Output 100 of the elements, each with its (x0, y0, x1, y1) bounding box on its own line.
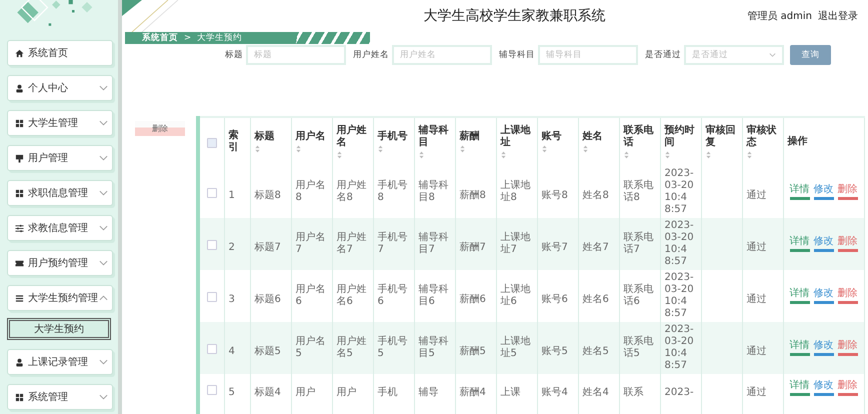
delete-link[interactable]: 删除 (838, 184, 858, 200)
sort-icon[interactable] (460, 145, 464, 153)
sidebar-menu-item[interactable]: 求教信息管理 (7, 215, 113, 241)
sort-icon[interactable] (418, 151, 424, 159)
sort-icon[interactable] (336, 151, 342, 159)
details-link[interactable]: 详情 (790, 288, 810, 304)
delete-link[interactable]: 删除 (838, 340, 858, 356)
table-cell: 账号8 (542, 190, 568, 202)
column-header: 用户名 (296, 131, 326, 143)
sidebar-menu-item[interactable]: 系统首页 (7, 40, 113, 66)
field-label: 是否通过 (645, 49, 681, 61)
search-field[interactable]: 标题 (246, 45, 346, 65)
table-cell-text: 上课地址5 (500, 336, 532, 360)
edit-link[interactable]: 修改 (814, 288, 834, 304)
sort-icon[interactable] (296, 145, 300, 153)
sort-icon[interactable] (254, 145, 260, 153)
table-cell-text: 手机号6 (378, 284, 408, 308)
checkbox[interactable] (206, 240, 217, 250)
sidebar-menu-item[interactable]: 个人中心 (7, 75, 113, 101)
checkbox[interactable] (206, 292, 217, 302)
details-link[interactable]: 详情 (790, 184, 810, 200)
sidebar-menu-item[interactable]: 系统管理 (7, 384, 113, 410)
user-icon (15, 84, 24, 92)
table-cell: 姓名4 (582, 387, 609, 399)
table-cell: 薪酬8 (460, 190, 486, 202)
column-header: 手机号 (378, 131, 408, 143)
table-cell: 姓名7 (582, 242, 609, 254)
sort-icon[interactable] (664, 151, 670, 159)
sort-icon[interactable] (706, 151, 710, 159)
table-cell: 姓名8 (582, 190, 609, 202)
column-header: 联系电话 (624, 125, 654, 149)
edit-link[interactable]: 修改 (814, 184, 834, 200)
edit-link[interactable]: 修改 (814, 380, 834, 396)
table-cell-text: 辅导科目7 (418, 232, 450, 256)
table-cell: 薪酬5 (460, 346, 486, 358)
checkbox[interactable] (206, 385, 217, 395)
delete-button[interactable]: 删除 (135, 121, 185, 136)
table-cell-text: 用户姓名5 (336, 336, 368, 360)
table-cell: 通过 (746, 190, 766, 202)
table-cell: 通过 (746, 346, 766, 358)
search-field[interactable]: 辅导科目 (538, 45, 638, 65)
sort-icon[interactable] (378, 145, 382, 153)
delete-link[interactable]: 删除 (838, 288, 858, 304)
sort-icon[interactable] (542, 145, 546, 153)
sort-icon[interactable] (624, 151, 628, 159)
column-header: 账号 (542, 131, 562, 143)
column-header: 操作 (788, 136, 808, 148)
details-link[interactable]: 详情 (790, 236, 810, 252)
table-cell: 通过 (746, 387, 766, 399)
sidebar-menu-item[interactable]: 大学生管理 (7, 110, 113, 136)
sort-icon[interactable] (582, 145, 588, 153)
delete-link[interactable]: 删除 (838, 380, 858, 396)
column-header: 用户姓名 (336, 125, 368, 149)
search-field[interactable]: 用户姓名 (392, 45, 492, 65)
edit-link[interactable]: 修改 (814, 340, 834, 356)
checkbox[interactable] (206, 188, 217, 198)
details-link[interactable]: 详情 (790, 380, 810, 396)
table-cell: 薪酬7 (460, 242, 486, 254)
select-field[interactable]: 是否通过 (684, 45, 784, 65)
sidebar-menu-item[interactable]: 求职信息管理 (7, 180, 113, 206)
sidebar-menu-item[interactable]: 用户预约管理 (7, 250, 113, 276)
sidebar-menu-item[interactable]: 大学生预约管理 (7, 285, 113, 311)
column-header: 姓名 (582, 131, 604, 143)
table-cell-text: 用户姓名8 (336, 180, 368, 204)
column-header: 审核状态 (746, 125, 778, 149)
table-cell-text: 辅导科目6 (418, 284, 450, 308)
query-button[interactable]: 查询 (790, 45, 831, 65)
user-icon (15, 358, 24, 366)
sidebar-menu-item[interactable]: 上课记录管理 (7, 349, 113, 375)
logout-link[interactable]: 退出登录 (818, 9, 858, 23)
breadcrumb-link[interactable]: 系统首页 (142, 32, 178, 44)
table-cell: 账号6 (542, 294, 568, 306)
table-cell: 账号5 (542, 346, 568, 358)
checkbox[interactable] (206, 344, 217, 354)
table-cell: 标题7 (254, 242, 281, 254)
table-cell-text: 用户名6 (296, 284, 326, 308)
table-cell-text: 联系电话5 (624, 336, 654, 360)
delete-link[interactable]: 删除 (838, 236, 858, 252)
system-title: 大学生高校学生家教兼职系统 (422, 7, 607, 25)
table-cell-text: 用户名8 (296, 180, 326, 204)
table-cell: 通过 (746, 242, 766, 254)
breadcrumb-current: 大学生预约 (197, 32, 242, 44)
column-header: 辅导科目 (418, 125, 450, 149)
details-link[interactable]: 详情 (790, 340, 810, 356)
column-header: 预约时间 (664, 125, 696, 149)
sliders-icon (15, 224, 24, 232)
placeholder-text: 是否通过 (692, 49, 728, 61)
sort-icon[interactable] (746, 151, 752, 159)
table-cell: 2 (228, 242, 235, 254)
table-cell: 标题4 (254, 387, 281, 399)
edit-link[interactable]: 修改 (814, 236, 834, 252)
submenu-item[interactable]: 大学生预约 (7, 318, 111, 340)
table-cell-text: 用户姓名6 (336, 284, 368, 308)
table-cell: 辅导 (418, 387, 438, 399)
table-cell: 标题8 (254, 190, 281, 202)
column-header: 标题 (254, 131, 276, 143)
sidebar-menu-item[interactable]: 用户管理 (7, 145, 113, 171)
checkbox[interactable] (206, 138, 217, 148)
sort-icon[interactable] (500, 151, 506, 159)
menu-label: 大学生管理 (28, 116, 79, 130)
